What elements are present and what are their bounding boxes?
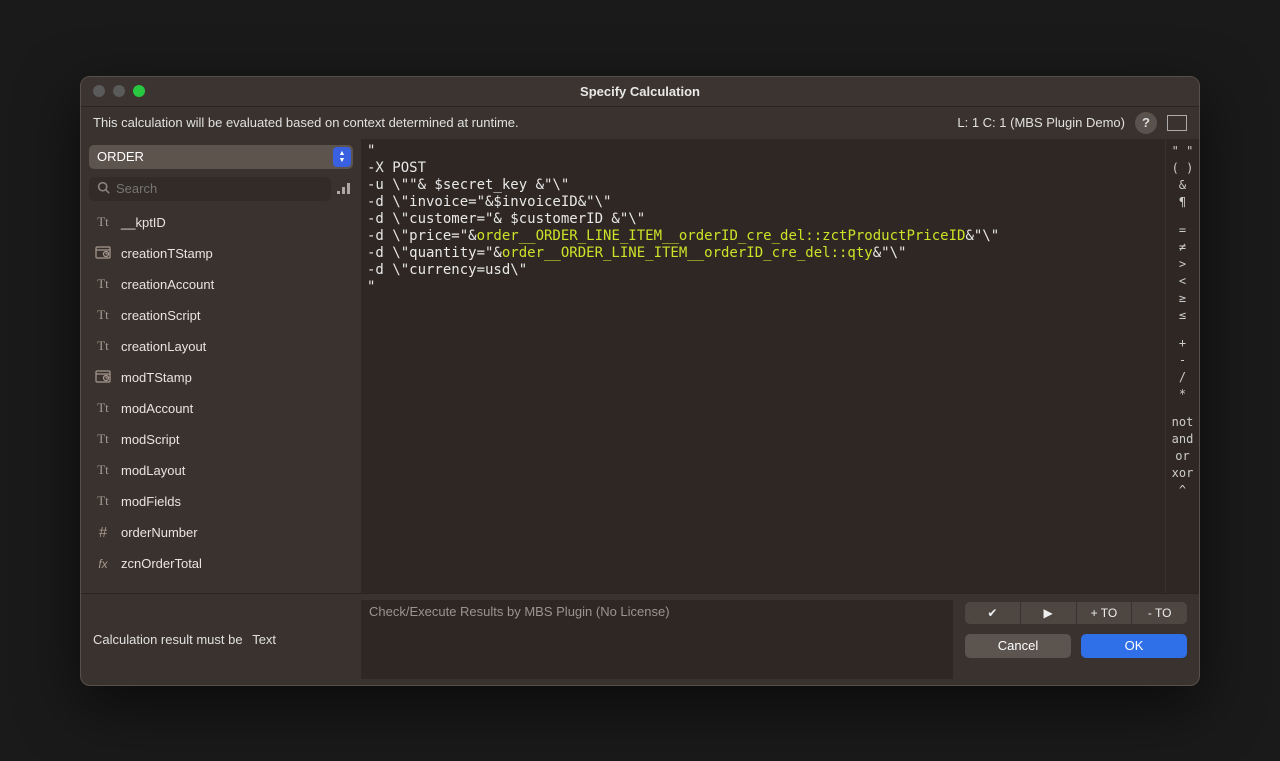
table-select-label: ORDER — [97, 149, 144, 164]
field-label: creationAccount — [121, 277, 214, 292]
titlebar: Specify Calculation — [81, 77, 1199, 107]
results-box: Check/Execute Results by MBS Plugin (No … — [361, 600, 953, 679]
operator-button[interactable]: & — [1179, 177, 1186, 193]
operator-button[interactable]: + — [1179, 335, 1186, 351]
field-item[interactable]: Tt __kptID — [89, 207, 357, 238]
result-type-label: Calculation result must be — [93, 632, 243, 647]
info-bar: This calculation will be evaluated based… — [81, 107, 1199, 139]
cursor-position-info: L: 1 C: 1 (MBS Plugin Demo) — [957, 115, 1125, 130]
sidebar: ORDER ▲▼ Tt __kptID creationTStamp Tt creati… — [81, 139, 361, 593]
sort-icon[interactable] — [337, 180, 353, 197]
field-type-icon: Tt — [93, 338, 113, 354]
mbs-button-row: ✔▶+ TO- TO — [965, 602, 1187, 624]
field-item[interactable]: modTStamp — [89, 362, 357, 393]
field-type-icon: Tt — [93, 276, 113, 292]
field-label: modFields — [121, 494, 181, 509]
operator-panel: " "( )&¶ =≠><≥≤ +-/* notandorxor^ — [1165, 139, 1199, 593]
field-item[interactable]: creationTStamp — [89, 238, 357, 269]
close-window-button[interactable] — [93, 85, 105, 97]
operator-button[interactable]: = — [1179, 222, 1186, 238]
field-item[interactable]: Tt modAccount — [89, 393, 357, 424]
context-description: This calculation will be evaluated based… — [93, 115, 519, 130]
operator-button[interactable]: xor — [1172, 465, 1194, 481]
result-type-value[interactable]: Text — [252, 632, 276, 647]
field-label: creationTStamp — [121, 246, 213, 261]
field-label: __kptID — [121, 215, 166, 230]
ok-button[interactable]: OK — [1081, 634, 1187, 658]
field-type-icon: Tt — [93, 462, 113, 478]
specify-calculation-window: Specify Calculation This calculation wil… — [80, 76, 1200, 686]
minimize-window-button[interactable] — [113, 85, 125, 97]
operator-button[interactable]: ≥ — [1179, 290, 1186, 306]
field-type-icon: Tt — [93, 307, 113, 323]
operator-button[interactable]: - — [1179, 352, 1186, 368]
operator-button[interactable]: ≠ — [1179, 239, 1186, 255]
field-label: orderNumber — [121, 525, 198, 540]
dropdown-arrows-icon: ▲▼ — [333, 147, 351, 167]
field-type-icon: Tt — [93, 400, 113, 416]
field-label: zcnOrderTotal — [121, 556, 202, 571]
field-item[interactable]: fx zcnOrderTotal — [89, 548, 357, 579]
operator-button[interactable]: ¶ — [1179, 194, 1186, 210]
operator-button[interactable]: " " — [1172, 143, 1194, 159]
field-list[interactable]: Tt __kptID creationTStamp Tt creationAccount… — [89, 207, 361, 593]
editor-area: " -X POST -u \""& $secret_key &"\" -d \"… — [361, 139, 1199, 593]
field-type-icon: Tt — [93, 431, 113, 447]
operator-button[interactable]: ( ) — [1172, 160, 1194, 176]
field-item[interactable]: Tt modScript — [89, 424, 357, 455]
operator-button[interactable]: or — [1175, 448, 1189, 464]
main-area: ORDER ▲▼ Tt __kptID creationTStamp Tt creati… — [81, 139, 1199, 593]
calculation-editor[interactable]: " -X POST -u \""& $secret_key &"\" -d \"… — [361, 139, 1165, 593]
field-item[interactable]: Tt modLayout — [89, 455, 357, 486]
operator-button[interactable]: ≤ — [1179, 307, 1186, 323]
operator-button[interactable]: not — [1172, 414, 1194, 430]
field-type-icon: Tt — [93, 214, 113, 230]
field-item[interactable]: Tt creationAccount — [89, 269, 357, 300]
remove-to-button[interactable]: - TO — [1132, 602, 1187, 624]
field-label: creationScript — [121, 308, 200, 323]
check-button[interactable]: ✔ — [965, 602, 1021, 624]
operator-button[interactable]: and — [1172, 431, 1194, 447]
field-item[interactable]: Tt creationLayout — [89, 331, 357, 362]
result-type-area: Calculation result must be Text — [81, 594, 361, 685]
table-select[interactable]: ORDER ▲▼ — [89, 145, 353, 169]
operator-button[interactable]: < — [1179, 273, 1186, 289]
operator-button[interactable]: > — [1179, 256, 1186, 272]
operator-button[interactable]: ^ — [1179, 482, 1186, 498]
expand-button[interactable] — [1167, 115, 1187, 131]
help-button[interactable]: ? — [1135, 112, 1157, 134]
field-type-icon — [93, 245, 113, 262]
execute-button[interactable]: ▶ — [1021, 602, 1077, 624]
traffic-lights — [81, 85, 145, 97]
field-item[interactable]: # orderNumber — [89, 517, 357, 548]
window-title: Specify Calculation — [81, 84, 1199, 99]
field-label: modScript — [121, 432, 180, 447]
field-type-icon — [93, 369, 113, 386]
field-label: creationLayout — [121, 339, 206, 354]
field-label: modLayout — [121, 463, 185, 478]
cancel-button[interactable]: Cancel — [965, 634, 1071, 658]
operator-button[interactable]: * — [1179, 386, 1186, 402]
search-box[interactable] — [89, 177, 331, 201]
search-icon — [97, 181, 110, 197]
field-type-icon: fx — [93, 556, 113, 571]
operator-button[interactable]: / — [1179, 369, 1186, 385]
add-to-button[interactable]: + TO — [1077, 602, 1133, 624]
field-label: modTStamp — [121, 370, 192, 385]
field-item[interactable]: Tt modFields — [89, 486, 357, 517]
zoom-window-button[interactable] — [133, 85, 145, 97]
search-input[interactable] — [116, 181, 323, 196]
field-item[interactable]: Tt creationScript — [89, 300, 357, 331]
field-label: modAccount — [121, 401, 193, 416]
field-type-icon: # — [93, 524, 113, 541]
footer: Calculation result must be Text Check/Ex… — [81, 593, 1199, 685]
field-type-icon: Tt — [93, 493, 113, 509]
